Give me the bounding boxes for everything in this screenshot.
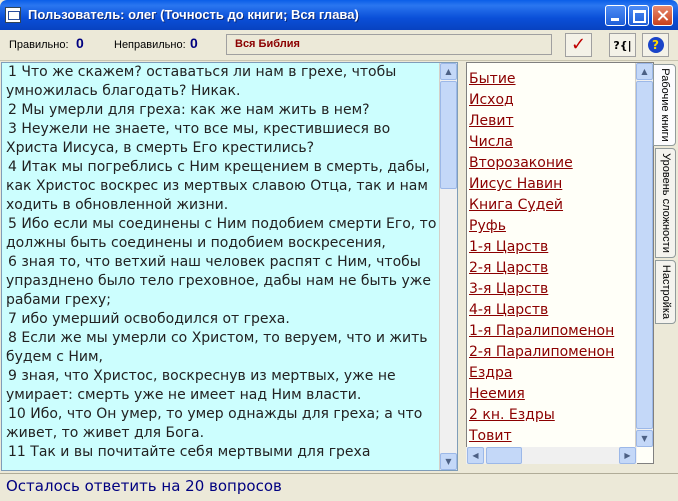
tab-working-books[interactable]: Рабочие книги xyxy=(653,64,676,146)
book-link[interactable]: Ездра xyxy=(467,365,512,381)
correct-count: 0 xyxy=(76,35,84,51)
help-icon: ? xyxy=(647,37,664,53)
check-answer-button[interactable]: ✓ xyxy=(565,33,592,57)
verse-line: 1 Что же скажем? оставаться ли нам в гре… xyxy=(6,64,397,99)
book-link[interactable]: 2 кн. Ездры xyxy=(467,407,555,423)
book-row: Товит xyxy=(467,425,637,446)
chapter-text-pane[interactable]: 1 Что же скажем? оставаться ли нам в гре… xyxy=(1,62,458,471)
scroll-down-arrow-icon[interactable]: ▼ xyxy=(440,453,457,470)
book-link[interactable]: Иисус Навин xyxy=(467,176,562,192)
verse-line: 8 Если же мы умерли со Христом, то веруе… xyxy=(6,330,428,365)
verse-line: 9 зная, что Христос, воскреснув из мертв… xyxy=(6,368,396,403)
remaining-questions-text: Осталось ответить на 20 вопросов xyxy=(6,477,282,495)
book-row: 2 кн. Ездры xyxy=(467,404,637,425)
book-row: 4-я Царств xyxy=(467,299,637,320)
hint-icon: ?{| xyxy=(613,39,632,52)
book-link[interactable]: Товит xyxy=(467,428,512,444)
book-row: Ездра xyxy=(467,362,637,383)
book-row: Иисус Навин xyxy=(467,173,637,194)
book-link[interactable]: Бытие xyxy=(467,71,516,87)
book-list: Бытие Исход Левит Числа Второзаконие Иисус На… xyxy=(467,68,637,463)
verse-line: 10 Ибо, что Он умер, то умер однажды для… xyxy=(6,406,423,441)
correct-label: Правильно: xyxy=(9,39,69,51)
book-row: Книга Судей xyxy=(467,194,637,215)
book-row: Руфь xyxy=(467,215,637,236)
minimize-button[interactable] xyxy=(605,5,626,26)
tab-working-books-label: Рабочие книги xyxy=(658,68,671,142)
tab-difficulty-level-label: Уровень сложности xyxy=(659,153,672,253)
book-link[interactable]: Неемия xyxy=(467,386,525,402)
verse-line: 2 Мы умерли для греха: как же нам жить в… xyxy=(8,102,370,118)
title-bar: Пользователь: олег (Точность до книги; В… xyxy=(0,0,678,30)
verse-line: 3 Неужели не знаете, что все мы, крестив… xyxy=(6,121,391,156)
scroll-right-arrow-icon[interactable]: ▶ xyxy=(619,447,636,464)
verse-line: 5 Ибо если мы соединены с Ним подобием с… xyxy=(6,216,437,251)
verse-line: 7 ибо умерший освободился от греха. xyxy=(8,311,290,327)
book-link[interactable]: Руфь xyxy=(467,218,506,234)
tab-settings-label: Настройка xyxy=(659,264,672,320)
book-row: Исход xyxy=(467,89,637,110)
verse-line: 6 зная то, что ветхий наш человек распят… xyxy=(6,254,431,308)
book-row: 3-я Царств xyxy=(467,278,637,299)
app-icon[interactable] xyxy=(5,7,21,23)
scroll-left-arrow-icon[interactable]: ◀ xyxy=(467,447,484,464)
books-scroll-up-arrow-icon[interactable]: ▲ xyxy=(636,63,653,80)
book-link[interactable]: Левит xyxy=(467,113,514,129)
book-link[interactable]: Книга Судей xyxy=(467,197,563,213)
book-row: Бытие xyxy=(467,68,637,89)
window-title: Пользователь: олег (Точность до книги; В… xyxy=(28,7,359,22)
tab-settings[interactable]: Настройка xyxy=(655,260,676,324)
books-vertical-scrollbar[interactable]: ▲ ▼ xyxy=(635,63,653,447)
scroll-up-arrow-icon[interactable]: ▲ xyxy=(440,63,457,80)
book-row: 2-я Паралипоменон xyxy=(467,341,637,362)
book-row: 1-я Царств xyxy=(467,236,637,257)
status-bar: Осталось ответить на 20 вопросов xyxy=(0,473,678,501)
book-row: Неемия xyxy=(467,383,637,404)
help-button[interactable]: ? xyxy=(642,33,669,57)
verse-line: 11 Так и вы почитайте себя мертвыми для … xyxy=(8,444,371,460)
book-row: 1-я Паралипоменон xyxy=(467,320,637,341)
book-link[interactable]: 2-я Царств xyxy=(467,260,548,276)
book-link[interactable]: Второзаконие xyxy=(467,155,573,171)
close-button[interactable] xyxy=(652,5,673,26)
books-horizontal-scrollbar[interactable]: ◀ ▶ xyxy=(466,447,637,464)
incorrect-count: 0 xyxy=(190,35,198,51)
book-link[interactable]: 2-я Паралипоменон xyxy=(467,344,614,360)
checkmark-icon: ✓ xyxy=(570,34,587,55)
incorrect-label: Неправильно: xyxy=(114,39,186,51)
scope-label: Вся Библия xyxy=(235,38,300,50)
maximize-button[interactable] xyxy=(628,5,649,26)
book-link[interactable]: Числа xyxy=(467,134,513,150)
book-row: Второзаконие xyxy=(467,152,637,173)
books-scrollbar-thumb[interactable] xyxy=(636,81,653,429)
verse-line: 4 Итак мы погреблись с Ним крещением в с… xyxy=(6,159,430,213)
book-link[interactable]: 3-я Царств xyxy=(467,281,548,297)
verse-list: 1 Что же скажем? оставаться ли нам в гре… xyxy=(2,63,440,462)
book-link[interactable]: Исход xyxy=(467,92,514,108)
book-row: 2-я Царств xyxy=(467,257,637,278)
book-row: Числа xyxy=(467,131,637,152)
horizontal-scrollbar-thumb[interactable] xyxy=(486,447,522,464)
book-link[interactable]: 1-я Царств xyxy=(467,239,548,255)
hint-button[interactable]: ?{| xyxy=(609,33,636,57)
book-link[interactable]: 1-я Паралипоменон xyxy=(467,323,614,339)
text-vertical-scrollbar[interactable]: ▲ ▼ xyxy=(439,63,457,470)
scrollbar-thumb[interactable] xyxy=(440,81,457,189)
scope-field[interactable]: Вся Библия xyxy=(226,34,552,55)
book-link[interactable]: 4-я Царств xyxy=(467,302,548,318)
tab-difficulty-level[interactable]: Уровень сложности xyxy=(655,148,676,258)
book-list-pane[interactable]: Бытие Исход Левит Числа Второзаконие Иисус На… xyxy=(466,62,654,464)
books-scroll-down-arrow-icon[interactable]: ▼ xyxy=(636,430,653,447)
book-row: Левит xyxy=(467,110,637,131)
